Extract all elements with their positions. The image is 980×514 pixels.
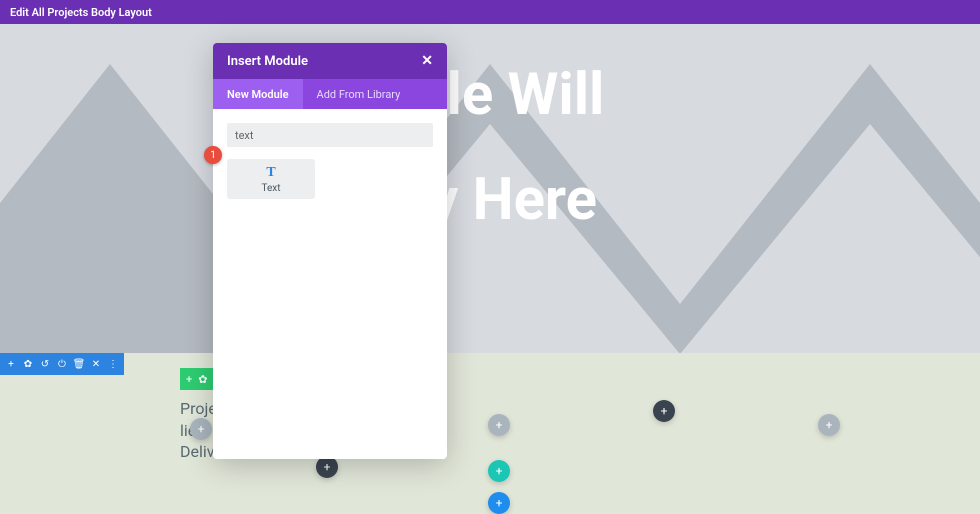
plus-icon: + xyxy=(496,418,503,432)
section-toolbar: + ✿ ↺ ⏻ 🗑 ✕ ⋮ xyxy=(0,353,124,375)
section-settings-icon[interactable]: ✿ xyxy=(23,359,33,369)
delivery-line: Deliv xyxy=(180,441,217,463)
top-bar: Edit All Projects Body Layout xyxy=(0,0,980,24)
plus-icon: + xyxy=(496,464,503,478)
section-undo-icon[interactable]: ↺ xyxy=(40,359,50,369)
insert-module-modal: Insert Module ✕ New Module Add From Libr… xyxy=(213,43,447,459)
plus-icon: + xyxy=(496,496,503,510)
section-add-icon[interactable]: + xyxy=(6,359,16,369)
row-add-icon[interactable]: + xyxy=(186,373,192,386)
modal-body: T Text xyxy=(213,109,447,459)
section-power-icon[interactable]: ⏻ xyxy=(57,359,67,369)
module-search-input[interactable] xyxy=(227,123,433,147)
text-module-item[interactable]: T Text xyxy=(227,159,315,199)
close-icon[interactable]: ✕ xyxy=(421,53,433,69)
plus-icon: + xyxy=(661,404,668,418)
row-toolbar: + ✿ xyxy=(180,368,213,390)
add-module-grey-button[interactable]: + xyxy=(190,418,212,440)
page-title: Edit All Projects Body Layout xyxy=(10,6,152,19)
modal-tabs: New Module Add From Library xyxy=(213,79,447,109)
section-more-icon[interactable]: ⋮ xyxy=(108,359,118,369)
add-row-button[interactable]: + xyxy=(488,460,510,482)
step-badge: 1 xyxy=(204,146,222,164)
plus-icon: + xyxy=(198,422,205,436)
text-icon: T xyxy=(266,165,275,181)
section-trash-icon[interactable]: 🗑 xyxy=(74,359,84,369)
badge-number: 1 xyxy=(210,150,216,161)
plus-icon: + xyxy=(324,460,331,474)
add-module-dark-button[interactable]: + xyxy=(653,400,675,422)
plus-icon: + xyxy=(826,418,833,432)
hero-section: Title Will lay Here xyxy=(0,24,980,353)
add-module-dark-button[interactable]: + xyxy=(316,456,338,478)
tab-add-from-library[interactable]: Add From Library xyxy=(303,79,415,109)
module-label: Text xyxy=(261,183,280,194)
section-close-icon[interactable]: ✕ xyxy=(91,359,101,369)
tab-label: New Module xyxy=(227,88,289,101)
add-section-button[interactable]: + xyxy=(488,492,510,514)
modal-header: Insert Module ✕ xyxy=(213,43,447,79)
tab-label: Add From Library xyxy=(317,88,401,101)
add-module-grey-button[interactable]: + xyxy=(488,414,510,436)
add-module-grey-button[interactable]: + xyxy=(818,414,840,436)
project-line: Proje xyxy=(180,398,217,420)
tab-new-module[interactable]: New Module xyxy=(213,79,303,109)
modal-title: Insert Module xyxy=(227,54,308,69)
row-settings-icon[interactable]: ✿ xyxy=(198,373,207,386)
